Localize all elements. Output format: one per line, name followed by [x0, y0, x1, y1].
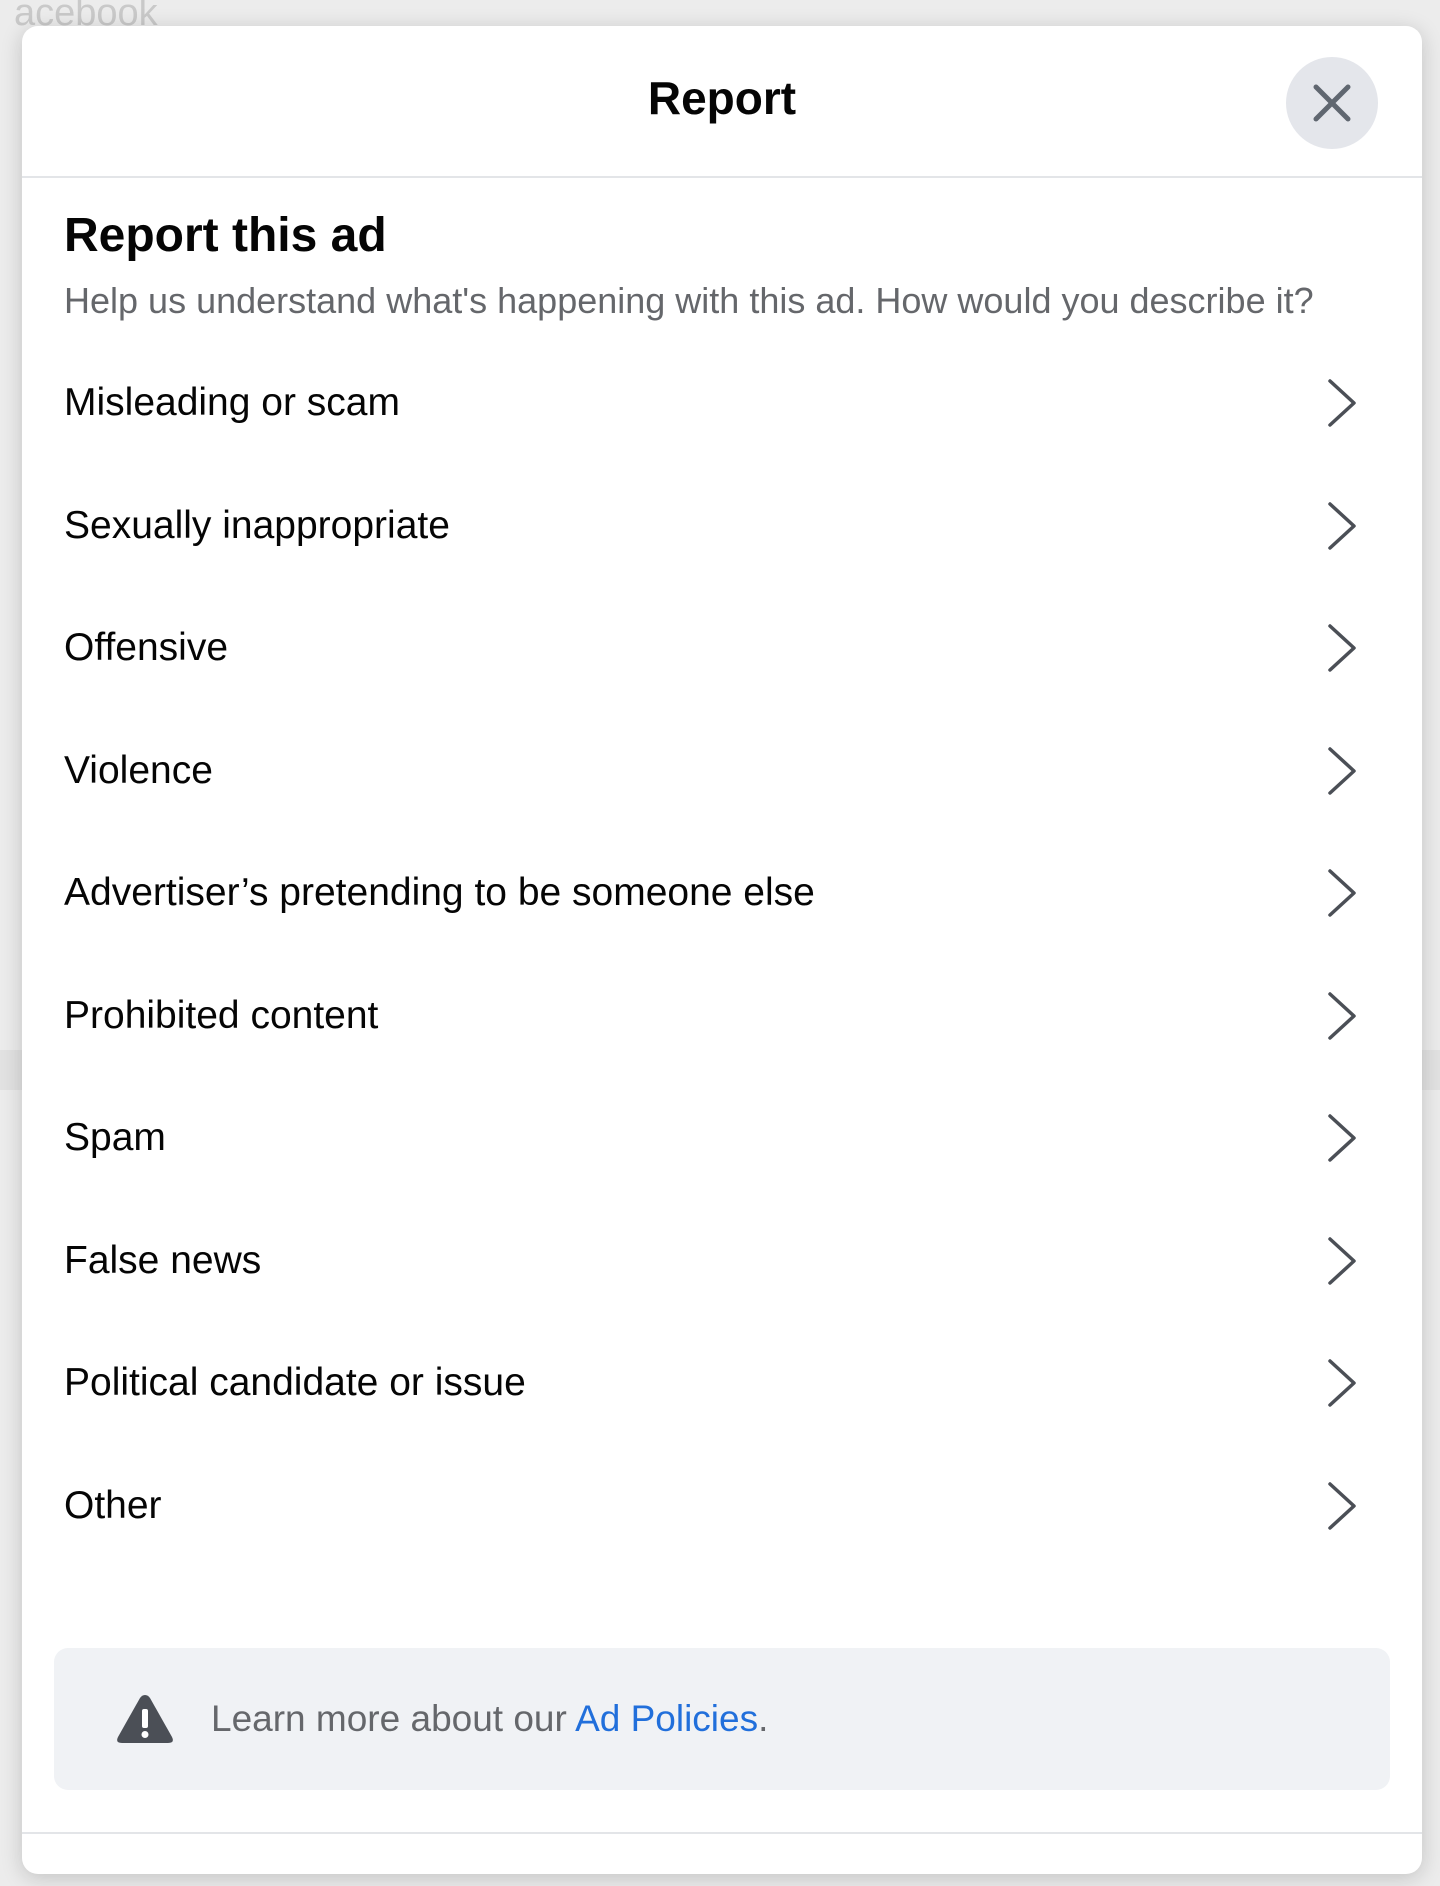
chevron-right-icon	[1328, 1237, 1356, 1285]
dialog-header: Report	[22, 26, 1422, 178]
report-options-list: Misleading or scam Sexually inappropriat…	[64, 342, 1380, 1567]
option-offensive[interactable]: Offensive	[64, 587, 1380, 710]
option-political-candidate-or-issue[interactable]: Political candidate or issue	[64, 1322, 1380, 1445]
chevron-right-icon	[1328, 379, 1356, 427]
option-label: Misleading or scam	[64, 381, 400, 425]
close-button[interactable]	[1286, 57, 1378, 149]
option-label: Offensive	[64, 626, 229, 670]
report-dialog: Report Report this ad Help us understand…	[22, 26, 1422, 1874]
option-prohibited-content[interactable]: Prohibited content	[64, 955, 1380, 1078]
dialog-body: Report this ad Help us understand what's…	[22, 178, 1422, 1567]
ad-policies-link[interactable]: Ad Policies	[575, 1698, 758, 1739]
warning-icon	[117, 1695, 173, 1743]
info-prefix: Learn more about our	[211, 1698, 576, 1739]
chevron-right-icon	[1328, 1114, 1356, 1162]
option-label: Violence	[64, 748, 213, 792]
option-label: Advertiser’s pretending to be someone el…	[64, 871, 815, 915]
option-impersonation[interactable]: Advertiser’s pretending to be someone el…	[64, 832, 1380, 955]
info-text: Learn more about our Ad Policies.	[211, 1698, 768, 1740]
chevron-right-icon	[1328, 869, 1356, 917]
chevron-right-icon	[1328, 992, 1356, 1040]
option-false-news[interactable]: False news	[64, 1200, 1380, 1323]
section-description: Help us understand what's happening with…	[64, 280, 1314, 321]
option-spam[interactable]: Spam	[64, 1077, 1380, 1200]
close-icon	[1313, 84, 1351, 122]
chevron-right-icon	[1328, 1359, 1356, 1407]
section-heading: Report this ad	[64, 209, 387, 262]
option-label: Sexually inappropriate	[64, 503, 450, 547]
info-suffix: .	[758, 1698, 769, 1739]
option-label: Political candidate or issue	[64, 1361, 526, 1405]
option-label: Other	[64, 1483, 162, 1527]
chevron-right-icon	[1328, 624, 1356, 672]
option-sexually-inappropriate[interactable]: Sexually inappropriate	[64, 465, 1380, 588]
option-other[interactable]: Other	[64, 1445, 1380, 1568]
option-label: False news	[64, 1238, 262, 1282]
option-violence[interactable]: Violence	[64, 710, 1380, 833]
footer-divider	[22, 1832, 1422, 1834]
chevron-right-icon	[1328, 502, 1356, 550]
ad-policies-info-box: Learn more about our Ad Policies.	[54, 1648, 1390, 1790]
option-label: Prohibited content	[64, 993, 379, 1037]
chevron-right-icon	[1328, 747, 1356, 795]
option-label: Spam	[64, 1116, 166, 1160]
dialog-title: Report	[647, 72, 797, 124]
chevron-right-icon	[1328, 1482, 1356, 1530]
option-misleading-or-scam[interactable]: Misleading or scam	[64, 342, 1380, 465]
